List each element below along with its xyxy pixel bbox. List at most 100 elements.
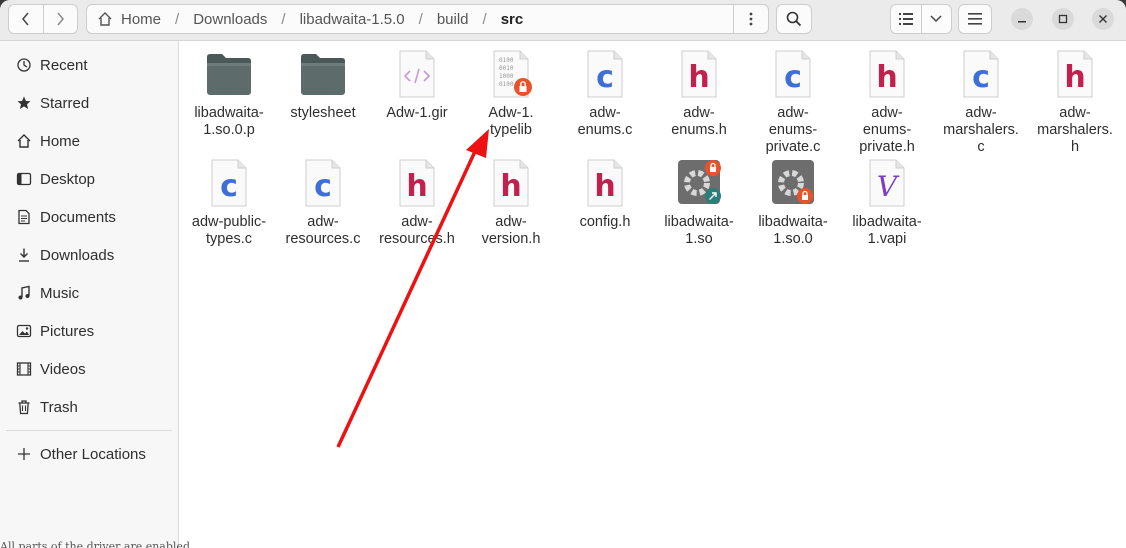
svg-text:1000: 1000 bbox=[499, 73, 514, 80]
path-separator: / bbox=[418, 10, 423, 28]
c-source-icon: c bbox=[956, 49, 1006, 101]
sidebar-item-other-locations[interactable]: Other Locations bbox=[0, 437, 178, 471]
c-header-icon: h bbox=[392, 158, 442, 210]
c-header-icon: h bbox=[486, 158, 536, 210]
sidebar-item-label: Videos bbox=[40, 360, 86, 378]
desktop-icon bbox=[16, 171, 32, 187]
sidebar-item-downloads[interactable]: Downloads bbox=[0, 238, 178, 272]
file-name: libadwaita- 1.vapi bbox=[852, 214, 922, 247]
view-toggle-group bbox=[890, 4, 952, 34]
file-item[interactable]: c adw- resources.c bbox=[277, 158, 369, 248]
c-header-icon: h bbox=[674, 49, 724, 101]
minimize-button[interactable] bbox=[1011, 8, 1033, 30]
file-name: adw- resources.h bbox=[379, 214, 455, 247]
file-item[interactable]: libadwaita- 1.so.0 bbox=[747, 158, 839, 248]
main-menu-button[interactable] bbox=[958, 4, 992, 34]
file-item[interactable]: c adw- enums- private.c bbox=[747, 49, 839, 156]
file-item[interactable]: h adw- enums.h bbox=[653, 49, 745, 139]
c-header-icon: h bbox=[862, 49, 912, 101]
sidebar-item-label: Music bbox=[40, 284, 80, 302]
c-header-icon: h bbox=[1050, 49, 1100, 101]
c-source-icon: c bbox=[768, 49, 818, 101]
sidebar-item-starred[interactable]: Starred bbox=[0, 86, 178, 120]
c-source-icon: c bbox=[580, 49, 630, 101]
file-name: adw- version.h bbox=[481, 214, 541, 247]
sidebar-item-music[interactable]: Music bbox=[0, 276, 178, 310]
sidebar-item-label: Pictures bbox=[40, 322, 95, 340]
file-name: stylesheet bbox=[290, 105, 356, 121]
sidebar-item-label: Recent bbox=[40, 56, 88, 74]
sidebar-item-label: Other Locations bbox=[40, 445, 146, 463]
path-menu-button[interactable] bbox=[733, 5, 768, 33]
search-button[interactable] bbox=[776, 4, 812, 34]
svg-text:c: c bbox=[784, 60, 802, 95]
back-button[interactable] bbox=[9, 5, 43, 33]
file-item[interactable]: libadwaita- 1.so bbox=[653, 158, 745, 248]
sidebar-item-trash[interactable]: Trash bbox=[0, 390, 178, 424]
sidebar-item-desktop[interactable]: Desktop bbox=[0, 162, 178, 196]
path-separator: / bbox=[175, 10, 180, 28]
file-item[interactable]: c adw- marshalers. c bbox=[935, 49, 1027, 156]
chevron-left-icon bbox=[21, 12, 29, 26]
svg-text:0100: 0100 bbox=[499, 57, 514, 64]
background-text: All parts of the driver are enabled bbox=[0, 540, 190, 548]
file-item[interactable]: h adw- version.h bbox=[465, 158, 557, 248]
file-item[interactable]: libadwaita- 1.so.0.p bbox=[183, 49, 275, 139]
path-crumb-home[interactable]: Home bbox=[119, 11, 163, 28]
folder-icon bbox=[298, 49, 348, 101]
view-options-button[interactable] bbox=[920, 5, 952, 33]
list-view-icon bbox=[898, 13, 913, 25]
path-crumb-build[interactable]: build bbox=[435, 11, 471, 28]
file-item[interactable]: Adw-1.gir bbox=[371, 49, 463, 122]
file-item[interactable]: h adw- marshalers. h bbox=[1029, 49, 1121, 156]
sidebar-item-recent[interactable]: Recent bbox=[0, 48, 178, 82]
file-item[interactable]: h adw- resources.h bbox=[371, 158, 463, 248]
vala-file-icon: V bbox=[862, 158, 912, 210]
download-icon bbox=[16, 247, 32, 263]
file-name: adw- enums- private.c bbox=[765, 105, 821, 155]
file-name: adw- enums.c bbox=[577, 105, 633, 138]
close-button[interactable] bbox=[1092, 8, 1114, 30]
plus-icon bbox=[16, 446, 32, 462]
svg-text:h: h bbox=[594, 169, 615, 204]
file-item[interactable]: c adw- enums.c bbox=[559, 49, 651, 139]
forward-button[interactable] bbox=[42, 5, 78, 33]
path-bar[interactable]: Home / Downloads / libadwaita-1.5.0 / bu… bbox=[86, 4, 769, 34]
sidebar-item-label: Home bbox=[40, 132, 81, 150]
chevron-right-icon bbox=[57, 12, 65, 26]
svg-text:c: c bbox=[220, 169, 238, 204]
file-item[interactable]: h adw- enums- private.h bbox=[841, 49, 933, 156]
svg-text:c: c bbox=[314, 169, 332, 204]
svg-text:h: h bbox=[406, 169, 427, 204]
maximize-button[interactable] bbox=[1052, 8, 1074, 30]
file-item[interactable]: c adw-public- types.c bbox=[183, 158, 275, 248]
svg-text:h: h bbox=[1064, 60, 1085, 95]
home-icon bbox=[16, 133, 32, 149]
file-item[interactable]: 0100 0010 1000 0100 Adw-1. typelib bbox=[465, 49, 557, 139]
sidebar-item-home[interactable]: Home bbox=[0, 124, 178, 158]
sidebar-item-label: Documents bbox=[40, 208, 116, 226]
c-header-icon: h bbox=[580, 158, 630, 210]
c-source-icon: c bbox=[204, 158, 254, 210]
file-manager-window: Home / Downloads / libadwaita-1.5.0 / bu… bbox=[0, 0, 1126, 548]
file-item[interactable]: V libadwaita- 1.vapi bbox=[841, 158, 933, 248]
file-name: Adw-1. typelib bbox=[488, 105, 534, 138]
sidebar-separator bbox=[6, 430, 172, 431]
file-item[interactable]: h config.h bbox=[559, 158, 651, 231]
path-crumb-libadwaita[interactable]: libadwaita-1.5.0 bbox=[298, 11, 407, 28]
sidebar-item-documents[interactable]: Documents bbox=[0, 200, 178, 234]
sidebar-item-label: Desktop bbox=[40, 170, 96, 188]
file-name: adw- marshalers. c bbox=[943, 105, 1019, 155]
path-crumb-downloads[interactable]: Downloads bbox=[191, 11, 269, 28]
sidebar-item-pictures[interactable]: Pictures bbox=[0, 314, 178, 348]
file-name: libadwaita- 1.so.0.p bbox=[194, 105, 264, 138]
sidebar-item-videos[interactable]: Videos bbox=[0, 352, 178, 386]
file-name: adw- marshalers. h bbox=[1037, 105, 1113, 155]
file-item[interactable]: stylesheet bbox=[277, 49, 369, 122]
close-icon bbox=[1099, 15, 1107, 23]
path-crumb-src[interactable]: src bbox=[499, 11, 526, 28]
path-separator: / bbox=[281, 10, 286, 28]
chevron-down-icon bbox=[930, 15, 942, 23]
list-view-button[interactable] bbox=[891, 5, 921, 33]
home-icon bbox=[97, 11, 113, 27]
